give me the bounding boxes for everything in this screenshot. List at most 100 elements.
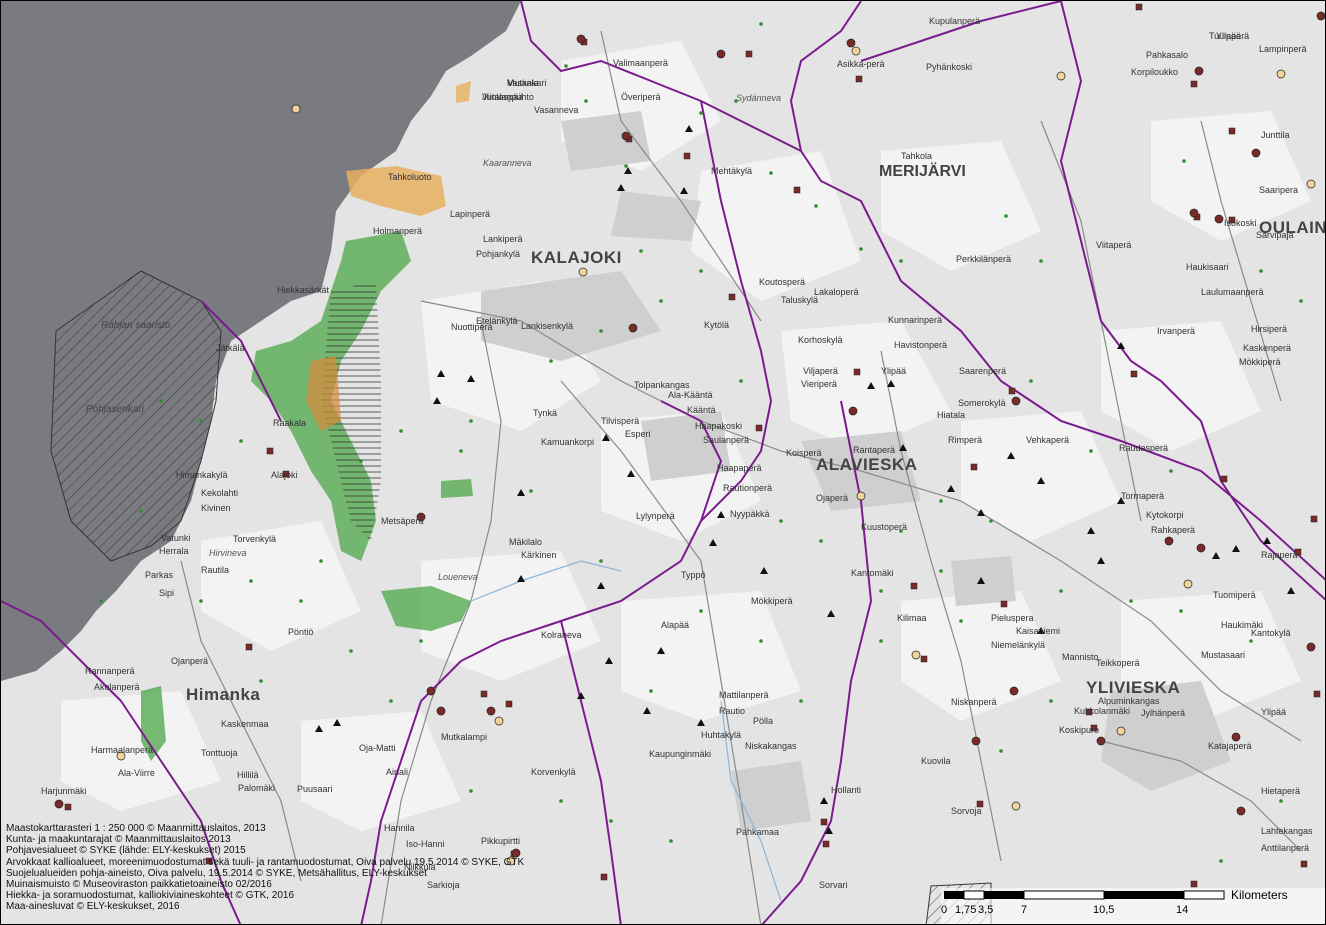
green-point-marker [989,519,993,523]
place-label: Kaskenperä [1243,343,1292,353]
place-label: Kekolahti [201,488,239,498]
green-point-marker [1049,699,1053,703]
green-point-marker [1129,599,1133,603]
green-point-marker [1182,159,1186,163]
place-label: Tonttuoja [201,748,238,758]
scale-tick: 14 [1176,904,1189,916]
permit-marker [266,447,274,455]
scale-tick: 1,75 [955,904,977,916]
place-label: Kilimaa [897,613,927,623]
green-point-marker [1039,259,1043,263]
place-label: Kytölä [704,320,730,330]
green-point-marker [959,619,963,623]
green-point-marker [599,329,603,333]
place-label: Saaripera [1259,185,1299,195]
place-label: Jylhänperä [1141,708,1186,718]
place-label: Haukisaari [1186,262,1229,272]
green-point-marker [899,259,903,263]
gravel-site-marker [851,46,861,56]
permit-marker [970,463,978,471]
place-label: Mattilanperä [719,690,769,700]
green-point-marker [199,599,203,603]
place-label: Oja-Matti [359,743,396,753]
green-point-marker [859,247,863,251]
place-label: Ala-Viirre [118,768,155,778]
place-label: Kunnarinperä [888,315,943,325]
place-label: Kantomäki [851,568,894,578]
place-label: Ylipää [1261,707,1287,717]
place-label: Pahkamaa [736,827,780,837]
place-label: Hillilä [237,770,259,780]
map-canvas[interactable]: KALAJOKI MERIJÄRVI ALAVIESKA YLIVIESKA H… [0,0,1326,925]
place-label: Alpuminkangas [1098,696,1160,706]
place-label: Nyypäkkä [730,509,770,519]
place-label: Mustasaari [1201,650,1246,660]
gravel-site-marker [1116,726,1126,736]
place-label: Mehtäkylä [711,166,753,176]
green-point-marker [1059,589,1063,593]
place-label: Alapää [661,620,690,630]
permit-marker [1313,690,1321,698]
place-label: Taluskylä [781,295,819,305]
green-point-marker [299,599,303,603]
permit-marker [1130,370,1138,378]
place-label: Korpiloukko [1131,67,1179,77]
place-label: Niskakangas [745,741,797,751]
place-label: Koutosperä [759,277,806,287]
place-label: Junttila [1261,130,1290,140]
credit-line: Hiekka- ja soramuodostumat, kalliokiviai… [6,890,295,902]
scale-tick: 10,5 [1093,904,1115,916]
place-label: Rautionperä [723,483,773,493]
green-point-marker [469,419,473,423]
place-label: Kaisaniemi [1016,626,1061,636]
credit-line: Suojelualueiden pohja-aineisto, Oiva pal… [6,867,427,879]
place-label: Lahtekangas [1261,826,1313,836]
place-label: Lankisenkylä [521,321,574,331]
green-point-marker [609,819,613,823]
place-label: Raakala [273,418,307,428]
permit-marker [600,873,608,881]
map-credits: Maastokarttarasteri 1 : 250 000 © Maanmi… [6,823,524,913]
place-label: Rajaperä [1261,550,1298,560]
green-point-marker [1259,269,1263,273]
place-label: Katajaperä [1208,741,1252,751]
gravel-site-marker [1196,543,1206,553]
permit-marker [1220,475,1228,483]
town-label-merijarvi: MERIJÄRVI [879,163,966,180]
green-point-marker [349,649,353,653]
green-point-marker [819,539,823,543]
place-label: Torvenkylä [233,534,277,544]
place-label: Lapinperä [450,209,491,219]
gravel-site-marker [1011,396,1021,406]
permit-marker [1008,387,1016,395]
place-label: Pohjankylä [476,249,521,259]
place-label: Raudasperä [1119,443,1169,453]
place-label: Tahkola [901,151,933,161]
gravel-site-marker [576,34,586,44]
gravel-site-marker [621,131,631,141]
scale-tick: 3,5 [978,904,994,916]
place-label: Kaskenmaa [221,719,269,729]
credit-line: Maastokarttarasteri 1 : 250 000 © Maanmi… [6,823,266,834]
green-point-marker [1219,859,1223,863]
place-label: Haapakoski [695,421,743,431]
place-label: Pieluspera [991,613,1034,623]
place-label: Somerokylä [958,398,1006,408]
gravel-site-marker [436,706,446,716]
green-point-marker [199,419,203,423]
green-point-marker [699,111,703,115]
green-point-marker [1249,639,1253,643]
place-label: Kamuankorpi [541,437,595,447]
permit-marker [793,186,801,194]
place-label: Valimaanperä [613,58,668,68]
green-point-marker [639,249,643,253]
place-label: Viitaperä [1096,240,1132,250]
place-label: Sarvipaja [1256,230,1294,240]
place-label: Mannisto [1062,652,1099,662]
green-point-marker [669,839,673,843]
place-label: Typpö [681,570,706,580]
water-label: Pohjasenkari [86,404,144,415]
gravel-site-marker [1183,579,1193,589]
gravel-site-marker [1011,801,1021,811]
place-label: Vasanneva [534,105,579,115]
